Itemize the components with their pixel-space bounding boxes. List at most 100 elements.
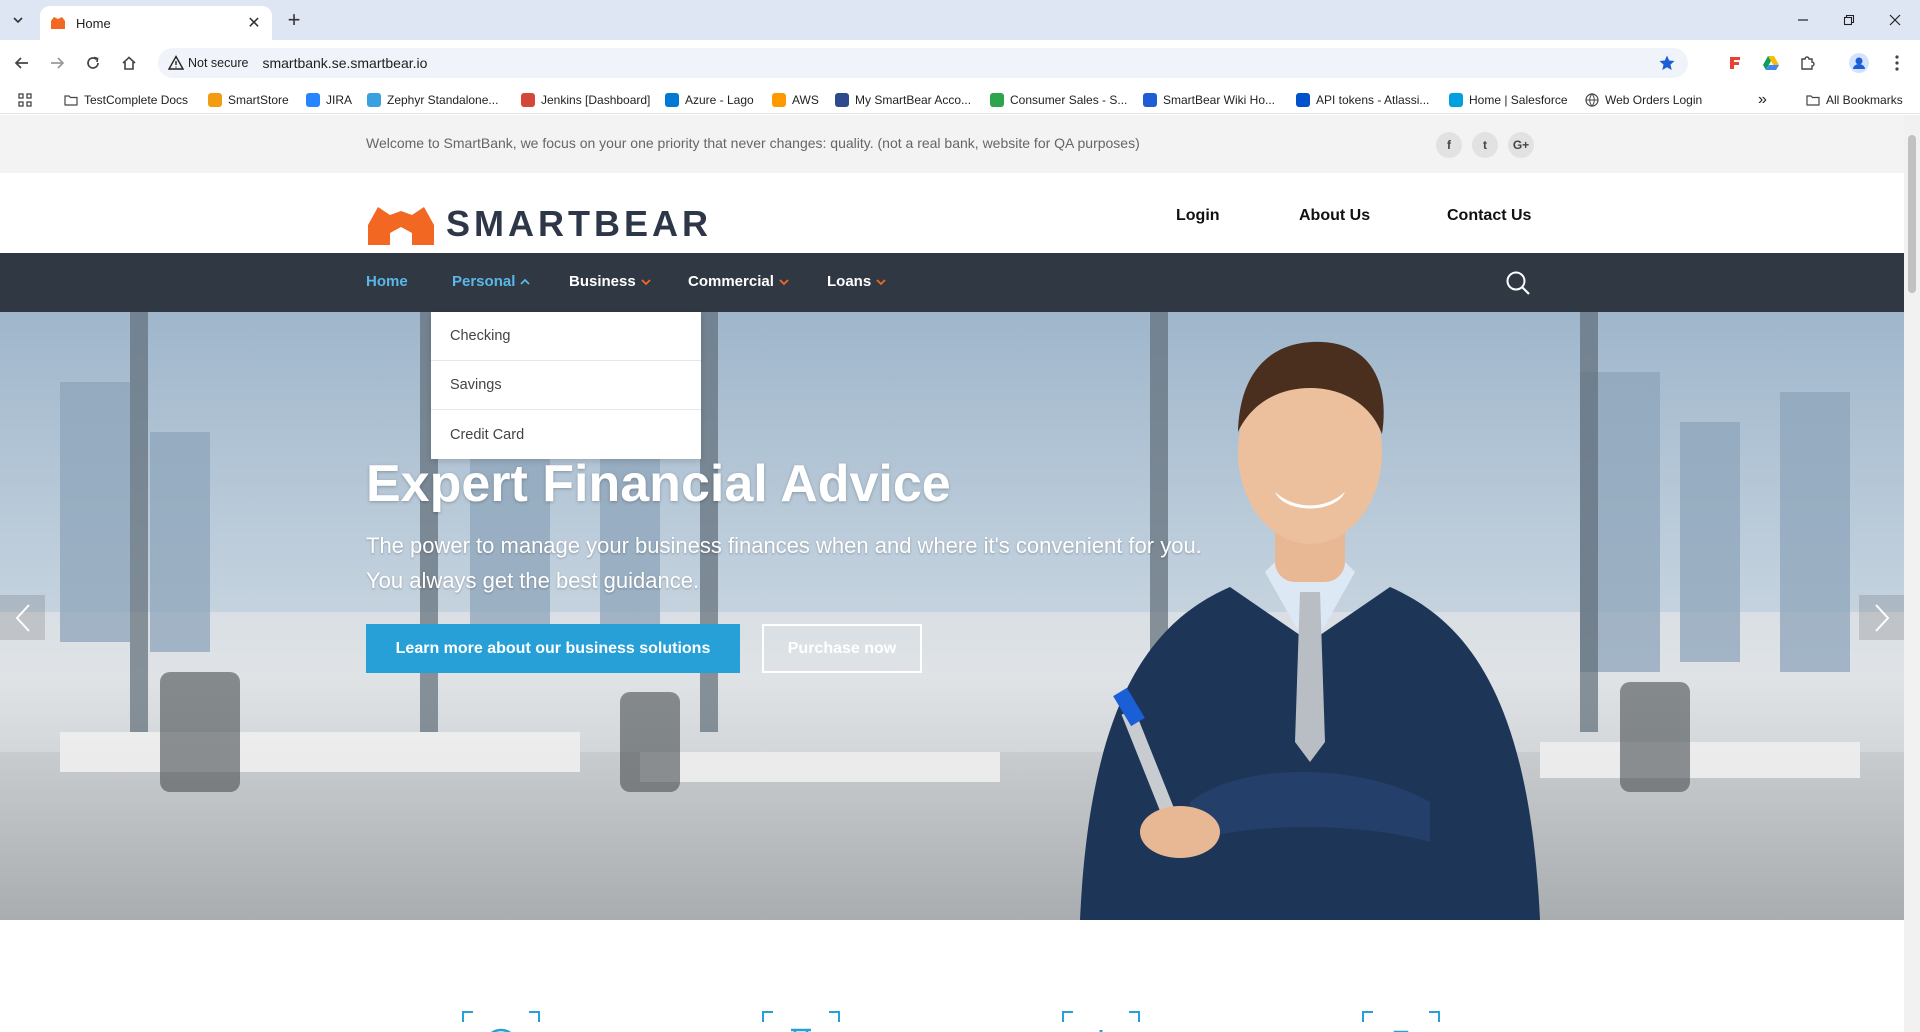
twitter-icon[interactable]: t (1472, 132, 1498, 158)
features-section (0, 920, 1904, 1032)
feature-icon (762, 1011, 840, 1032)
tab-search-button[interactable] (6, 8, 30, 32)
nav-commercial[interactable]: Commercial (688, 273, 789, 290)
chevron-down-icon (13, 17, 23, 24)
window-minimize-button[interactable] (1780, 0, 1826, 40)
dropdown-item-savings[interactable]: Savings (431, 361, 701, 410)
window-restore-button[interactable] (1826, 0, 1872, 40)
forward-button[interactable] (44, 50, 70, 76)
bookmark-item[interactable]: AWS (772, 86, 819, 114)
reload-button[interactable] (80, 50, 106, 76)
feature-icon (462, 1011, 540, 1032)
arrow-left-icon (14, 57, 28, 69)
carousel-prev-button[interactable] (0, 595, 45, 640)
bookmark-item[interactable]: Consumer Sales - S... (990, 86, 1127, 114)
wiki-icon (1143, 93, 1157, 107)
close-icon (1889, 14, 1901, 26)
folder-icon (64, 95, 78, 106)
welcome-text: Welcome to SmartBank, we focus on your o… (366, 135, 1140, 151)
folder-icon (1806, 95, 1820, 106)
learn-more-button[interactable]: Learn more about our business solutions (366, 624, 740, 673)
aws-icon (772, 93, 786, 107)
address-bar[interactable]: Not secure smartbank.se.smartbear.io (158, 48, 1688, 78)
chevron-up-icon (520, 278, 531, 285)
bookmark-item[interactable]: SmartBear Wiki Ho... (1143, 86, 1275, 114)
chevron-down-icon (876, 278, 886, 285)
bookmark-star-icon[interactable] (1658, 54, 1676, 72)
atlassian-icon (1296, 93, 1310, 107)
page-scrollbar[interactable] (1904, 115, 1920, 1032)
not-secure-label[interactable]: Not secure (188, 56, 248, 70)
reload-icon (87, 56, 99, 69)
bookmark-item[interactable]: Azure - Lago (665, 86, 754, 114)
hero-title: Expert Financial Advice (366, 455, 951, 513)
extension-f-icon[interactable] (1724, 52, 1746, 74)
nav-home[interactable]: Home (366, 273, 408, 290)
bookmark-item[interactable]: Jenkins [Dashboard] (521, 86, 650, 114)
google-plus-icon[interactable]: G+ (1508, 132, 1534, 158)
google-drive-icon[interactable] (1760, 52, 1782, 74)
arrow-right-icon (51, 57, 65, 69)
hero-subtitle: The power to manage your business financ… (366, 533, 1202, 593)
feature-icon (1062, 1011, 1140, 1032)
back-button[interactable] (9, 50, 35, 76)
home-icon (122, 56, 136, 70)
smartstore-icon (208, 93, 222, 107)
url-text[interactable]: smartbank.se.smartbear.io (262, 55, 427, 71)
bookmark-item[interactable]: SmartStore (208, 86, 289, 114)
extensions-puzzle-icon[interactable] (1796, 52, 1818, 74)
jira-icon (306, 93, 320, 107)
nav-loans[interactable]: Loans (827, 273, 886, 290)
smartbear-logo[interactable]: SMARTBEAR (366, 203, 712, 245)
dropdown-item-credit-card[interactable]: Credit Card (431, 410, 701, 459)
browser-menu-icon[interactable] (1886, 52, 1908, 74)
tab-title: Home (76, 15, 111, 31)
window-close-button[interactable] (1872, 0, 1918, 40)
main-navigation: Home Personal Business Commercial Loans (0, 253, 1904, 312)
chevron-down-icon (641, 278, 651, 285)
bookmark-item[interactable]: Zephyr Standalone... (367, 86, 498, 114)
scrollbar-thumb[interactable] (1908, 135, 1916, 293)
minimize-icon (1798, 19, 1808, 21)
login-link[interactable]: Login (1176, 207, 1220, 225)
search-icon[interactable] (1505, 270, 1531, 296)
logo-wordmark: SMARTBEAR (446, 203, 712, 244)
restore-icon (1843, 14, 1855, 26)
chevron-left-icon (15, 603, 30, 632)
bookmark-item[interactable]: Web Orders Login (1585, 86, 1702, 114)
bear-logo-icon (368, 207, 434, 245)
about-us-link[interactable]: About Us (1299, 207, 1370, 225)
bookmark-item[interactable]: JIRA (306, 86, 352, 114)
new-tab-button[interactable]: + (282, 8, 306, 32)
bookmark-item[interactable]: My SmartBear Acco... (835, 86, 971, 114)
hero-banner: Expert Financial Advice The power to man… (0, 312, 1904, 920)
site-header: SMARTBEAR Login About Us Contact Us (0, 173, 1904, 253)
dropdown-item-checking[interactable]: Checking (431, 312, 701, 361)
personal-dropdown-menu: Checking Savings Credit Card (431, 312, 701, 459)
nav-personal[interactable]: Personal (452, 273, 531, 290)
web-page: Welcome to SmartBank, we focus on your o… (0, 115, 1904, 1032)
apps-grid-icon[interactable] (18, 86, 32, 114)
more-bookmarks-button[interactable]: » (1758, 86, 1767, 114)
bookmark-item[interactable]: TestComplete Docs (64, 86, 188, 114)
salesforce-icon (1449, 93, 1463, 107)
warning-triangle-icon[interactable] (168, 55, 184, 71)
browser-tabstrip: Home ✕ + (0, 0, 1920, 40)
globe-icon (1585, 93, 1599, 107)
browser-tab-home[interactable]: Home ✕ (40, 6, 272, 40)
purchase-now-button[interactable]: Purchase now (762, 624, 922, 673)
bookmarks-bar: TestComplete Docs SmartStore JIRA Zephyr… (0, 86, 1920, 114)
briefcase-icon (1362, 1011, 1440, 1032)
carousel-next-button[interactable] (1859, 595, 1904, 640)
all-bookmarks-button[interactable]: All Bookmarks (1806, 86, 1903, 114)
profile-avatar-icon[interactable] (1848, 52, 1870, 74)
facebook-icon[interactable]: f (1436, 132, 1462, 158)
nav-business[interactable]: Business (569, 273, 651, 290)
azure-icon (665, 93, 679, 107)
contact-us-link[interactable]: Contact Us (1447, 207, 1531, 225)
home-button[interactable] (116, 50, 142, 76)
chevron-down-icon (779, 278, 789, 285)
tab-close-icon[interactable]: ✕ (244, 13, 264, 33)
bookmark-item[interactable]: Home | Salesforce (1449, 86, 1568, 114)
bookmark-item[interactable]: API tokens - Atlassi... (1296, 86, 1429, 114)
